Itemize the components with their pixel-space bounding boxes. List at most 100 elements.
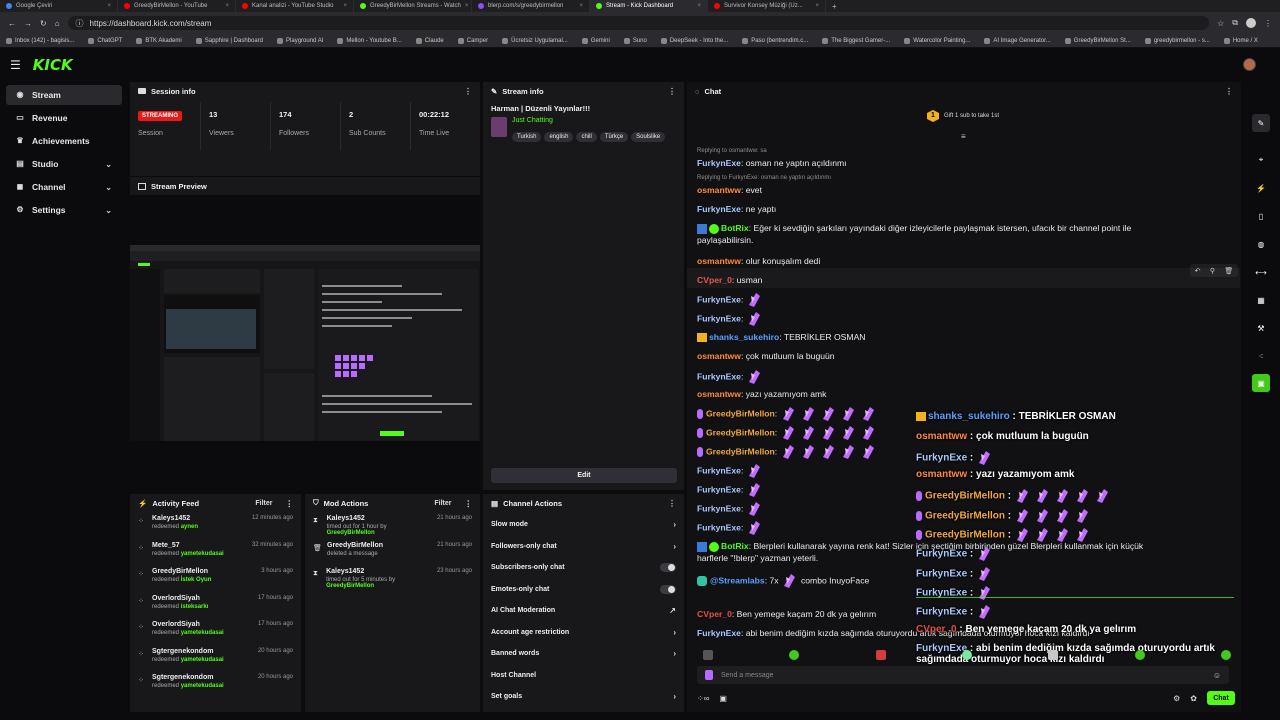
emote-slot-icon[interactable] <box>961 650 972 660</box>
chat-username[interactable]: GreedyBirMellon <box>706 408 775 418</box>
chevron-right-icon[interactable]: › <box>673 649 676 658</box>
sidebar-item-channel[interactable]: ◼ Channel ⌄ <box>6 177 122 197</box>
bookmark-item[interactable]: Inbox (142) - bagisis... <box>6 37 74 44</box>
emote-slot-icon[interactable] <box>1048 650 1059 660</box>
chat-username[interactable]: CVper_0 <box>697 609 732 619</box>
profile-icon[interactable] <box>1246 18 1256 28</box>
chat-username[interactable]: osmantww <box>697 351 741 361</box>
chat-username[interactable]: osmantww <box>697 185 741 195</box>
emote-slot-icon[interactable] <box>703 650 713 660</box>
channel-action-slow-mode[interactable]: Slow mode › <box>483 514 684 536</box>
extensions-icon[interactable]: ⧉ <box>1232 18 1238 28</box>
chat-username[interactable]: osmantww <box>697 256 741 266</box>
more-options-icon[interactable]: ⋮ <box>286 499 294 508</box>
chevron-right-icon[interactable]: › <box>673 628 676 637</box>
stream-tag[interactable]: Türkçe <box>599 132 629 142</box>
chat-username[interactable]: BotRix <box>721 223 749 233</box>
bookmark-item[interactable]: AI Image Generator... <box>984 37 1051 44</box>
bookmark-item[interactable]: Paso (bentrendim.c... <box>742 37 808 44</box>
gift-sub-banner[interactable]: 1 Gift 1 sub to take 1st <box>927 110 999 122</box>
chat-username[interactable]: FurkynExe <box>697 503 741 513</box>
sidebar-item-studio[interactable]: ▤ Studio ⌄ <box>6 154 122 174</box>
emote-menu-icon[interactable]: ✿ <box>1190 694 1197 703</box>
sidebar-item-stream[interactable]: ◉ Stream <box>6 85 122 105</box>
chat-username[interactable]: FurkynExe <box>697 522 741 532</box>
bookmark-item[interactable]: Home / X <box>1223 37 1258 44</box>
forward-icon[interactable]: → <box>24 19 32 28</box>
chat-input-box[interactable]: Send a message ☺ <box>697 666 1229 684</box>
mod-action-user[interactable]: GreedyBirMellon <box>327 542 383 549</box>
bookmark-item[interactable]: Mellon - Youtube B... <box>337 37 402 44</box>
wrench-icon[interactable]: ⚒ <box>1252 319 1270 337</box>
stream-link-icon[interactable]: ⟷ <box>1252 263 1270 281</box>
back-icon[interactable]: ← <box>8 19 16 28</box>
activity-user[interactable]: Kaleys1452 <box>152 515 198 522</box>
channel-action-banned-words[interactable]: Banned words › <box>483 643 684 665</box>
tab-close-icon[interactable]: × <box>107 3 111 9</box>
send-chat-button[interactable]: Chat <box>1207 691 1235 705</box>
bookmark-star-icon[interactable]: ☆ <box>1217 19 1224 28</box>
chat-username[interactable]: FurkynExe <box>697 465 741 475</box>
channel-action-followers-only-chat[interactable]: Followers-only chat › <box>483 536 684 558</box>
bookmark-item[interactable]: Camper <box>457 37 488 44</box>
browser-tab[interactable]: Stream - Kick Dashboard × <box>590 0 708 12</box>
chat-username[interactable]: FurkynExe <box>697 158 741 168</box>
activity-user[interactable]: Sgtergenekondom <box>152 648 224 655</box>
chat-username[interactable]: FurkynExe <box>697 313 741 323</box>
browser-tab[interactable]: Survivor Konsey Müziği (Uz... × <box>708 0 826 12</box>
bookmark-item[interactable]: Playground AI <box>277 37 323 44</box>
browser-tab[interactable]: blerp.com/s/greedybirmellon × <box>472 0 590 12</box>
external-link-icon[interactable]: ↗ <box>669 606 676 615</box>
sidebar-item-revenue[interactable]: ▭ Revenue <box>6 108 122 128</box>
more-options-icon[interactable]: ⋮ <box>668 87 676 96</box>
tab-close-icon[interactable]: × <box>465 3 469 9</box>
gift-icon[interactable]: ▣ <box>719 694 727 703</box>
sidebar-item-settings[interactable]: ⚙ Settings ⌄ <box>6 200 122 220</box>
more-options-icon[interactable]: ⋮ <box>668 499 676 508</box>
more-options-icon[interactable]: ⋮ <box>465 499 473 508</box>
bookmark-item[interactable]: DeepSeek - Into the... <box>660 37 728 44</box>
chevron-right-icon[interactable]: › <box>673 542 676 551</box>
chat-username[interactable]: @Streamlabs <box>710 575 765 585</box>
bookmark-item[interactable]: Ücretsiz Uygulamal... <box>502 37 568 44</box>
edit-layout-icon[interactable]: ✎ <box>1252 114 1270 132</box>
sidebar-item-achievements[interactable]: ♛ Achievements <box>6 131 122 151</box>
mod-action-user[interactable]: Kaleys1452 <box>326 568 431 575</box>
stream-preview-video[interactable] <box>130 245 480 441</box>
emote-slot-icon[interactable] <box>789 650 800 660</box>
stream-category[interactable]: Just Chatting <box>512 117 668 124</box>
menu-icon[interactable]: ⋮ <box>1264 19 1272 28</box>
reload-icon[interactable]: ↻ <box>40 19 47 28</box>
activity-user[interactable]: Mete_57 <box>152 542 224 549</box>
site-info-icon[interactable]: ⓘ <box>76 18 84 29</box>
activity-user[interactable]: OverlordSiyah <box>152 621 224 628</box>
chat-username[interactable]: GreedyBirMellon <box>706 427 775 437</box>
add-widget-icon[interactable]: ▣ <box>1252 374 1270 392</box>
new-tab-icon[interactable]: + <box>826 2 843 11</box>
activity-user[interactable]: Sgtergenekondom <box>152 674 224 681</box>
channel-action-subscribers-only-chat[interactable]: Subscribers-only chat <box>483 557 684 579</box>
channel-action-account-age-restriction[interactable]: Account age restriction › <box>483 622 684 644</box>
bookmark-item[interactable]: The Biggest Gamer-... <box>822 37 890 44</box>
document-icon[interactable]: ▯ <box>1252 207 1270 225</box>
url-field[interactable]: ⓘ https://dashboard.kick.com/stream <box>67 16 1210 30</box>
activity-filter-button[interactable]: Filter <box>255 500 272 507</box>
bookmark-item[interactable]: BTK Akademi <box>136 37 182 44</box>
tab-close-icon[interactable]: × <box>579 3 583 9</box>
chat-username[interactable]: FurkynExe <box>697 371 741 381</box>
chat-username[interactable]: shanks_sukehiro <box>709 332 779 342</box>
channel-action-emotes-only-chat[interactable]: Emotes-only chat <box>483 579 684 601</box>
tab-close-icon[interactable]: × <box>815 3 819 9</box>
bookmark-item[interactable]: ChatGPT <box>88 37 122 44</box>
chevron-down-icon[interactable]: ⌄ <box>105 206 112 215</box>
chevron-down-icon[interactable]: ⌄ <box>105 183 112 192</box>
channel-action-ai-chat-moderation[interactable]: AI Chat Moderation ↗ <box>483 600 684 622</box>
browser-tab[interactable]: Kanal analizi - YouTube Studio × <box>236 0 354 12</box>
chat-icon[interactable]: ◍ <box>1252 235 1270 253</box>
settings-gear-icon[interactable]: ⚙ <box>1173 694 1180 703</box>
chevron-down-icon[interactable]: ⌄ <box>105 160 112 169</box>
emote-slot-icon[interactable] <box>875 650 886 660</box>
chat-username[interactable]: FurkynExe <box>697 628 741 638</box>
edit-stream-button[interactable]: Edit <box>491 468 677 483</box>
tab-close-icon[interactable]: × <box>225 3 229 9</box>
